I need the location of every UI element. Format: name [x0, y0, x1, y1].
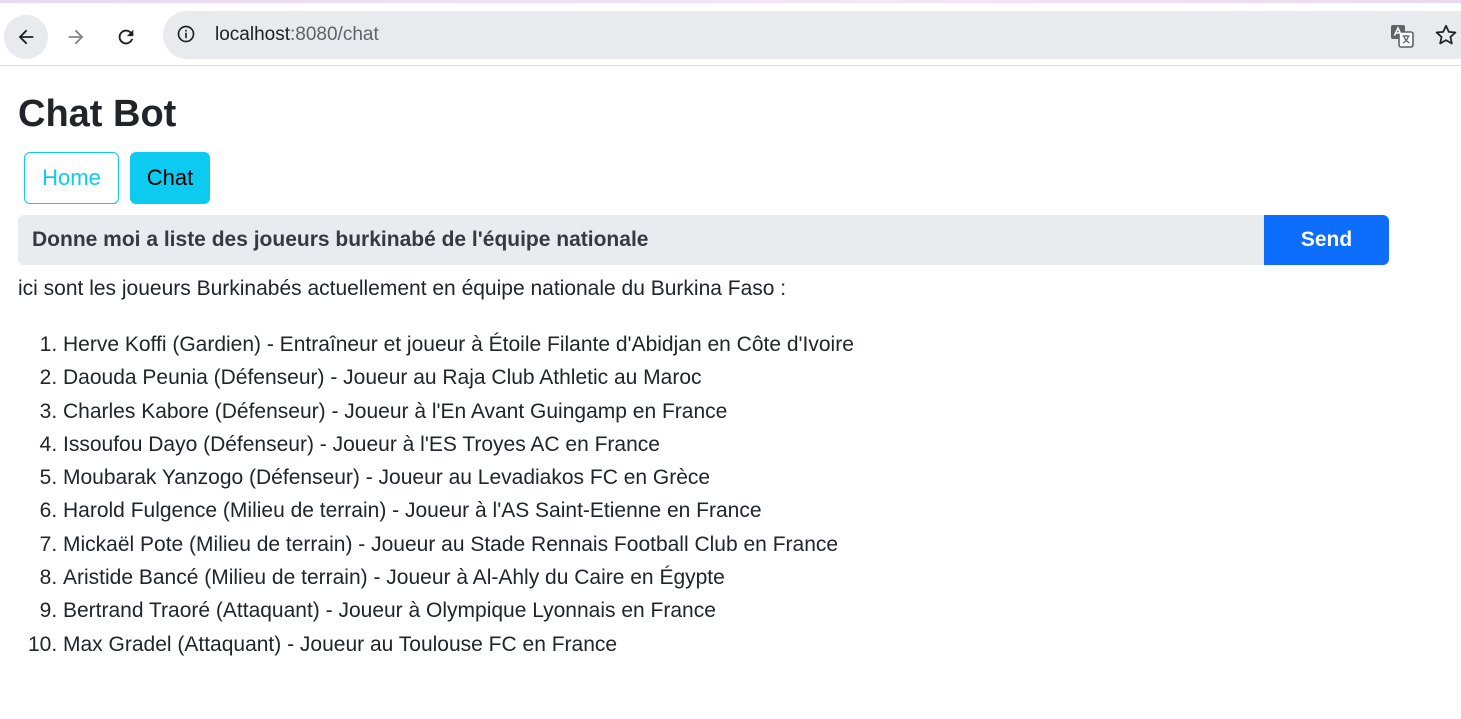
- arrow-right-icon: [68, 29, 84, 45]
- site-info-button[interactable]: [175, 23, 197, 45]
- back-button[interactable]: [4, 15, 48, 59]
- list-item: Aristide Bancé (Milieu de terrain) - Jou…: [63, 561, 854, 594]
- url-text[interactable]: localhost:8080/chat: [215, 24, 379, 46]
- list-item: Daouda Peunia (Défenseur) - Joueur au Ra…: [63, 361, 854, 394]
- response-intro: ici sont les joueurs Burkinabés actuelle…: [18, 277, 787, 300]
- translate-icon: [1391, 25, 1414, 48]
- reload-button[interactable]: [104, 15, 148, 59]
- send-button[interactable]: Send: [1264, 215, 1389, 265]
- browser-toolbar: localhost:8080/chat: [0, 3, 1461, 66]
- info-circle-icon: [177, 25, 195, 43]
- list-item: Moubarak Yanzogo (Défenseur) - Joueur au…: [63, 461, 854, 494]
- url-path: :8080/chat: [290, 24, 379, 45]
- arrow-left-icon: [18, 29, 34, 45]
- list-item: Max Gradel (Attaquant) - Joueur au Toulo…: [63, 628, 854, 661]
- address-bar[interactable]: localhost:8080/chat: [163, 11, 1461, 59]
- list-item: Charles Kabore (Défenseur) - Joueur à l'…: [63, 395, 854, 428]
- nav-home-button[interactable]: Home: [24, 152, 119, 204]
- page-content: Chat Bot Home Chat Send ici sont les jou…: [0, 66, 1461, 719]
- nav-chat-button[interactable]: Chat: [130, 152, 210, 204]
- bookmark-button[interactable]: [1433, 22, 1459, 48]
- list-item: Bertrand Traoré (Attaquant) - Joueur à O…: [63, 594, 854, 627]
- list-item: Mickaël Pote (Milieu de terrain) - Joueu…: [63, 528, 854, 561]
- url-host: localhost: [215, 24, 290, 45]
- forward-button[interactable]: [54, 15, 98, 59]
- list-item: Harold Fulgence (Milieu de terrain) - Jo…: [63, 494, 854, 527]
- list-item: Herve Koffi (Gardien) - Entraîneur et jo…: [63, 328, 854, 361]
- page-title: Chat Bot: [18, 93, 177, 135]
- response-list: Herve Koffi (Gardien) - Entraîneur et jo…: [18, 328, 854, 661]
- message-input[interactable]: [18, 215, 1265, 265]
- star-icon: [1435, 24, 1457, 45]
- list-item: Issoufou Dayo (Défenseur) - Joueur à l'E…: [63, 428, 854, 461]
- translate-button[interactable]: [1389, 23, 1415, 49]
- reload-icon: [118, 29, 134, 45]
